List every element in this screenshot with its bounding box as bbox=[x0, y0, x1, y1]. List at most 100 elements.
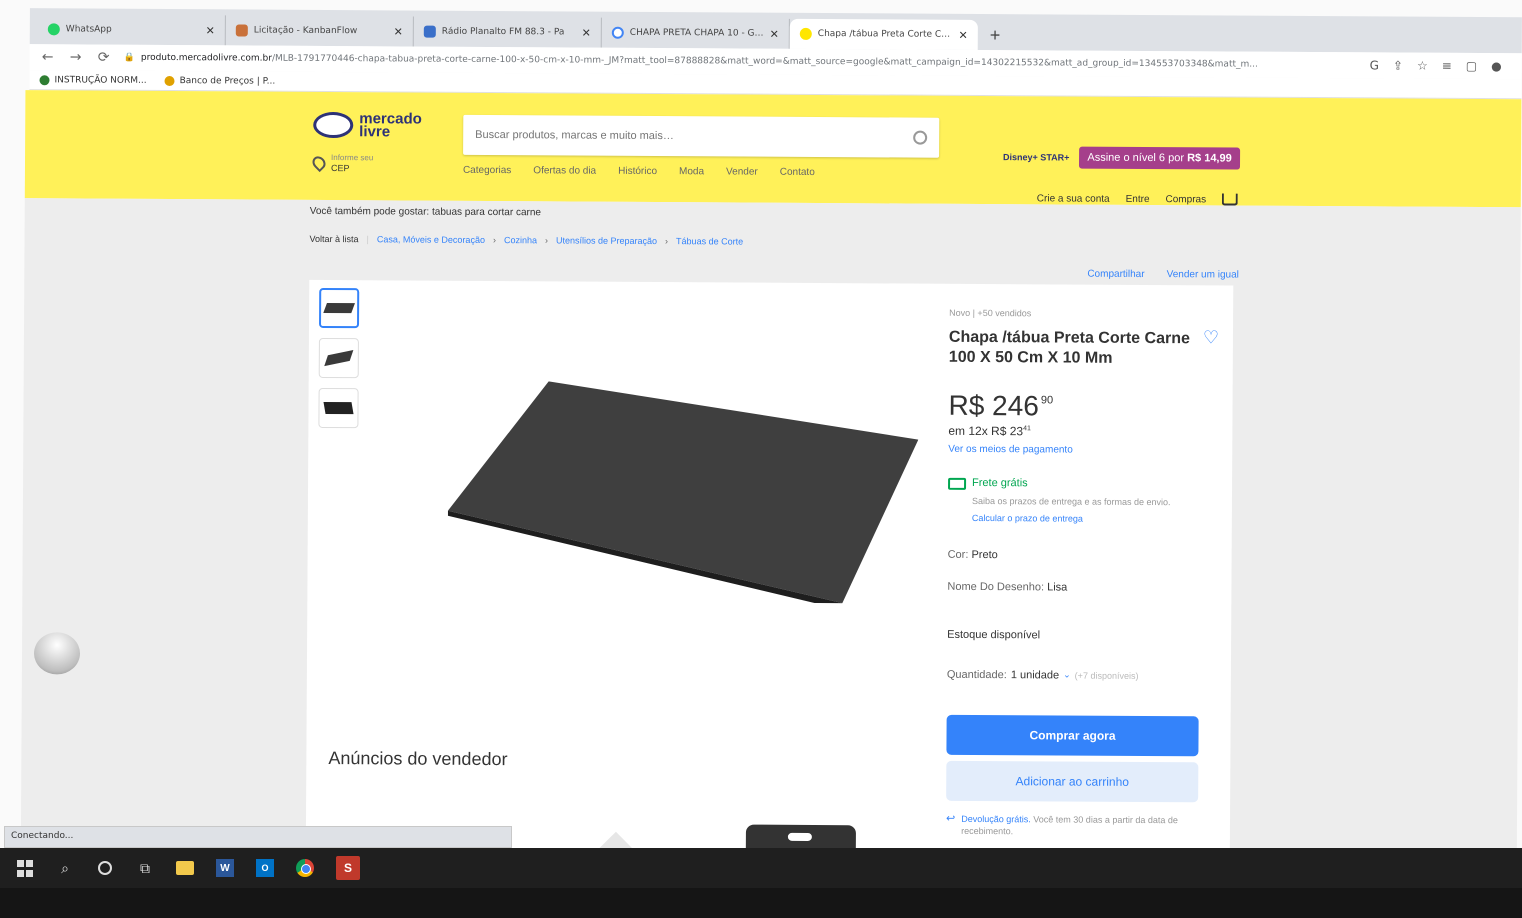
thumbnail-3[interactable] bbox=[318, 387, 359, 429]
tab-radio[interactable]: Rádio Planalto FM 88.3 - Pa ✕ bbox=[413, 16, 602, 48]
nav-contato[interactable]: Contato bbox=[780, 167, 815, 178]
shipping-info: Frete grátis Saiba os prazos de entrega … bbox=[948, 477, 1220, 525]
window-icon[interactable]: ▢ bbox=[1466, 59, 1477, 73]
add-to-cart-button[interactable]: Adicionar ao carrinho bbox=[946, 760, 1199, 803]
tab-label: Chapa /tábua Preta Corte Carne bbox=[817, 28, 953, 40]
bookmark-banco-precos[interactable]: Banco de Preços | P... bbox=[164, 75, 275, 86]
location-selector[interactable]: Informe seu CEP bbox=[309, 152, 374, 174]
breadcrumb-item[interactable]: Tábuas de Corte bbox=[676, 236, 743, 246]
free-return-link[interactable]: Devolução grátis. bbox=[961, 814, 1031, 824]
close-icon[interactable]: ✕ bbox=[582, 26, 591, 39]
design-value: Lisa bbox=[1047, 581, 1068, 594]
word-icon[interactable]: W bbox=[216, 859, 234, 877]
back-to-list-link[interactable]: Voltar à lista bbox=[310, 234, 359, 244]
heart-icon[interactable]: ♡ bbox=[1203, 327, 1221, 347]
sell-one-link[interactable]: Vender um igual bbox=[1167, 269, 1239, 280]
search-icon[interactable]: ⌕ bbox=[56, 859, 74, 877]
file-explorer-icon[interactable] bbox=[176, 859, 194, 877]
truck-icon bbox=[948, 477, 967, 490]
product-actions: Compartilhar Vender um igual bbox=[1087, 269, 1239, 281]
nav-historico[interactable]: Histórico bbox=[618, 166, 657, 177]
calculate-shipping-link[interactable]: Calcular o prazo de entrega bbox=[972, 513, 1220, 525]
profile-icon[interactable]: ● bbox=[1491, 59, 1502, 73]
chevron-right-icon: › bbox=[492, 235, 497, 246]
nav-vender[interactable]: Vender bbox=[726, 166, 758, 177]
thumbnail-2[interactable] bbox=[318, 337, 359, 379]
chevron-right-icon: › bbox=[544, 235, 549, 246]
header-nav: Categorias Ofertas do dia Histórico Moda… bbox=[463, 165, 815, 178]
task-view-icon[interactable]: ⧉ bbox=[136, 859, 154, 877]
star-icon[interactable]: ☆ bbox=[1417, 59, 1428, 73]
login-link[interactable]: Entre bbox=[1126, 193, 1150, 204]
outlook-icon[interactable]: O bbox=[256, 859, 274, 877]
share-icon[interactable]: ⇪ bbox=[1393, 59, 1403, 73]
stock-status: Estoque disponível bbox=[947, 628, 1041, 642]
product-title: Chapa /tábua Preta Corte Carne 100 X 50 … bbox=[948, 328, 1190, 367]
installments: em 12x R$ 2341 bbox=[948, 424, 1220, 440]
nav-ofertas[interactable]: Ofertas do dia bbox=[533, 165, 596, 176]
new-tab-button[interactable]: + bbox=[978, 20, 1013, 50]
url-field[interactable]: 🔒 produto.mercadolivre.com.br/MLB-179177… bbox=[124, 53, 1358, 71]
cart-icon[interactable] bbox=[1222, 193, 1239, 206]
breadcrumb-item[interactable]: Cozinha bbox=[504, 235, 537, 245]
tab-whatsapp[interactable]: WhatsApp ✕ bbox=[37, 14, 226, 46]
thumbnail-1[interactable] bbox=[319, 287, 360, 329]
price: R$ 246 90 bbox=[948, 390, 1220, 424]
mercadolivre-logo[interactable]: mercado livre bbox=[313, 110, 422, 140]
location-hint: Informe seu bbox=[331, 153, 374, 163]
tab-mercadolivre[interactable]: Chapa /tábua Preta Corte Carne ✕ bbox=[789, 18, 978, 50]
tab-google-search[interactable]: CHAPA PRETA CHAPA 10 - Goo ✕ bbox=[601, 17, 790, 49]
close-icon[interactable]: ✕ bbox=[959, 28, 968, 41]
url-path: /MLB-1791770446-chapa-tabua-preta-corte-… bbox=[271, 53, 1258, 70]
tab-label: WhatsApp bbox=[65, 24, 112, 35]
close-icon[interactable]: ✕ bbox=[770, 27, 779, 40]
quantity-label: Quantidade: bbox=[946, 668, 1007, 682]
whatsapp-icon bbox=[47, 23, 60, 36]
search-input[interactable] bbox=[475, 128, 914, 144]
cutting-board-image bbox=[447, 381, 919, 604]
purchases-link[interactable]: Compras bbox=[1166, 194, 1207, 205]
bookmark-icon bbox=[39, 74, 50, 85]
nav-categorias[interactable]: Categorias bbox=[463, 165, 511, 176]
cortana-icon[interactable] bbox=[96, 859, 114, 877]
search-icon[interactable] bbox=[913, 130, 928, 145]
breadcrumb-item[interactable]: Casa, Móveis e Decoração bbox=[377, 234, 485, 245]
promo-banner[interactable]: Assine o nível 6 por R$ 14,99 bbox=[1079, 146, 1240, 170]
google-lens-icon[interactable]: G bbox=[1370, 58, 1379, 72]
breadcrumb-item[interactable]: Utensílios de Preparação bbox=[556, 235, 657, 246]
browser-toolbar-icons: G ⇪ ☆ ≡ ▢ ● bbox=[1370, 58, 1522, 73]
reload-icon[interactable]: ⟳ bbox=[96, 50, 112, 66]
free-shipping-label: Frete grátis bbox=[972, 476, 1028, 490]
tab-label: Rádio Planalto FM 88.3 - Pa bbox=[441, 26, 565, 38]
close-icon[interactable]: ✕ bbox=[206, 24, 215, 37]
close-icon[interactable]: ✕ bbox=[394, 25, 403, 38]
tab-kanbanflow[interactable]: Licitação - KanbanFlow ✕ bbox=[225, 15, 414, 47]
back-arrow-icon[interactable]: ← bbox=[40, 49, 56, 65]
condition-sold: Novo | +50 vendidos bbox=[949, 307, 1032, 319]
bookmark-instrucao[interactable]: INSTRUÇÃO NORM... bbox=[39, 74, 147, 85]
create-account-link[interactable]: Crie a sua conta bbox=[1037, 193, 1110, 204]
color-value: Preto bbox=[971, 548, 998, 562]
buy-now-button[interactable]: Comprar agora bbox=[946, 714, 1199, 757]
search-box bbox=[463, 114, 940, 158]
board-thumbnail-image bbox=[323, 401, 354, 415]
handshake-icon bbox=[313, 111, 354, 139]
payment-methods-link[interactable]: Ver os meios de pagamento bbox=[948, 444, 1220, 457]
return-arrow-icon: ↩ bbox=[945, 812, 956, 825]
chrome-icon[interactable] bbox=[296, 859, 314, 877]
url-domain: produto.mercadolivre.com.br bbox=[140, 52, 272, 64]
windows-start-icon[interactable] bbox=[16, 859, 34, 877]
related-link[interactable]: tabuas para cortar carne bbox=[432, 207, 541, 219]
buy-box: Novo | +50 vendidos Chapa /tábua Preta C… bbox=[946, 308, 1221, 839]
subscription-promo[interactable]: Disney+ STAR+ Assine o nível 6 por R$ 14… bbox=[1003, 146, 1240, 170]
main-product-image[interactable] bbox=[387, 340, 949, 643]
breadcrumb-divider: | bbox=[366, 234, 369, 245]
nav-moda[interactable]: Moda bbox=[679, 166, 704, 177]
app-icon[interactable]: S bbox=[336, 856, 360, 880]
quantity-selector[interactable]: Quantidade: 1 unidade ⌄ (+7 disponíveis) bbox=[947, 669, 1219, 683]
share-link[interactable]: Compartilhar bbox=[1087, 269, 1144, 280]
reading-list-icon[interactable]: ≡ bbox=[1442, 59, 1452, 73]
product-card: Anúncios do vendedor Novo | +50 vendidos… bbox=[305, 279, 1234, 886]
forward-arrow-icon[interactable]: → bbox=[68, 49, 84, 65]
chevron-down-icon: ⌄ bbox=[1063, 669, 1071, 680]
